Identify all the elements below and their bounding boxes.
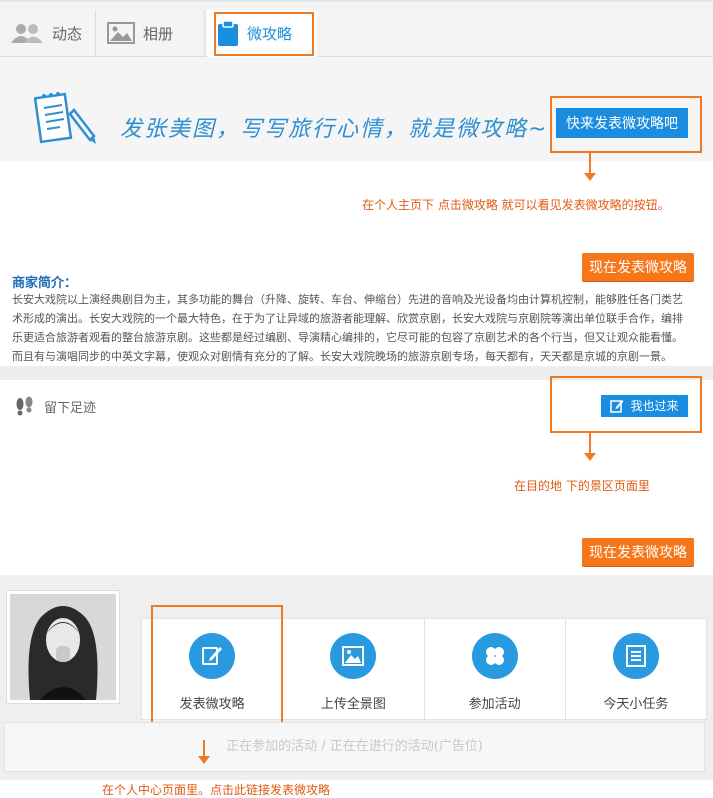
annotation-destination: 在目的地 下的景区页面里 — [514, 479, 650, 493]
button-highlight-box — [550, 376, 702, 433]
action-upload-panorama[interactable]: 上传全景图 — [283, 619, 425, 719]
clover-icon — [471, 633, 518, 679]
tab-feed-label: 动态 — [52, 24, 83, 43]
notepad-pen-icon — [34, 92, 96, 144]
action-label: 参加活动 — [468, 697, 521, 712]
avatar-photo — [10, 594, 116, 700]
footprint-row: 留下足迹 — [14, 396, 96, 416]
list-icon — [612, 633, 659, 679]
footprint-label: 留下足迹 — [44, 400, 97, 416]
action-join-activity[interactable]: 参加活动 — [425, 619, 566, 719]
avatar[interactable] — [6, 590, 120, 704]
footprints-icon — [16, 396, 33, 416]
action-label: 上传全景图 — [320, 697, 386, 712]
annotation-profile: 在个人主页下 点击微攻略 就可以看见发表微攻略的按钮。 — [362, 198, 670, 212]
arrow-down-icon — [198, 740, 210, 764]
image-icon — [107, 22, 135, 44]
merchant-intro-text: 长安大戏院以上演经典剧目为主，其多功能的舞台（升降、旋转、车台、伸缩台）先进的音… — [12, 293, 683, 363]
action-label: 今天小任务 — [603, 697, 669, 712]
arrow-down-icon — [584, 433, 596, 461]
users-icon — [11, 24, 43, 43]
tab-album-label: 相册 — [143, 24, 174, 43]
activity-ad-slot[interactable]: 正在参加的活动 / 正在在进行的活动(广告位) — [4, 722, 705, 772]
tab-feed[interactable]: 动态 — [0, 10, 96, 56]
merchant-intro-title: 商家简介： — [12, 276, 78, 291]
tab-album[interactable]: 相册 — [97, 10, 205, 56]
picture-icon — [330, 633, 377, 679]
button-highlight-box — [550, 96, 702, 153]
publish-now-button[interactable]: 现在发表微攻略 — [582, 538, 694, 566]
arrow-down-icon — [584, 153, 596, 181]
annotation-user-center: 在个人中心页面里。点击此链接发表微攻略 — [102, 783, 331, 797]
action-daily-task[interactable]: 今天小任务 — [566, 619, 706, 719]
banner-slogan: 发张美图，写写旅行心情，就是微攻略~ — [120, 117, 549, 142]
publish-now-button[interactable]: 现在发表微攻略 — [582, 253, 694, 281]
action-highlight-box — [151, 605, 283, 725]
tab-highlight-box — [214, 12, 314, 56]
